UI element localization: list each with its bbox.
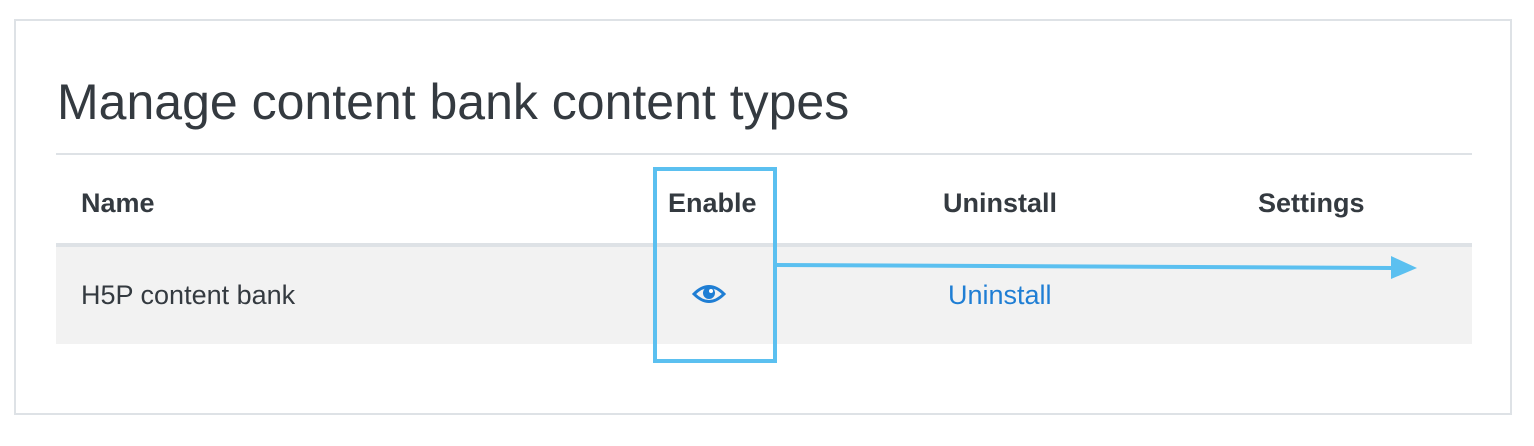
arrow-annotation bbox=[776, 256, 1417, 279]
content-type-name: H5P content bank bbox=[81, 280, 296, 310]
column-header-uninstall: Uninstall bbox=[943, 188, 1058, 218]
enable-column-highlight bbox=[653, 167, 777, 363]
page-title: Manage content bank content types bbox=[57, 74, 850, 130]
column-header-name: Name bbox=[81, 188, 155, 218]
column-header-settings: Settings bbox=[1258, 188, 1365, 218]
